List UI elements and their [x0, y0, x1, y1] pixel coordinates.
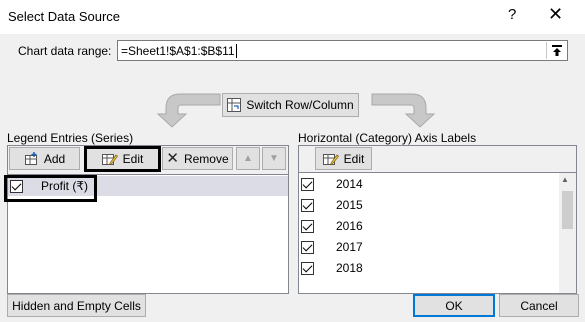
axis-item-checkbox[interactable] [301, 198, 314, 212]
remove-x-icon: ✕ [166, 150, 179, 167]
legend-entries-heading: Legend Entries (Series) [7, 131, 134, 145]
axis-item[interactable]: 2015 [301, 198, 363, 212]
axis-labels-heading: Horizontal (Category) Axis Labels [298, 131, 477, 145]
move-down-button[interactable]: ▼ [262, 147, 286, 170]
left-curved-arrow-icon [156, 93, 221, 128]
edit-axis-labels-label: Edit [343, 151, 365, 166]
axis-item-checkbox[interactable] [301, 240, 314, 254]
axis-labels-scrollbar[interactable]: ▲ [559, 173, 576, 293]
cancel-label: Cancel [520, 298, 558, 313]
scrollbar-thumb[interactable] [562, 191, 573, 229]
close-button[interactable]: ✕ [548, 4, 563, 25]
add-series-label: Add [43, 151, 66, 166]
edit-series-button[interactable]: Edit [84, 146, 161, 172]
axis-item-checkbox[interactable] [301, 261, 314, 275]
axis-item-label: 2018 [336, 261, 363, 275]
legend-entry-checkbox[interactable] [10, 179, 23, 193]
switch-row-column-button[interactable]: Switch Row/Column [222, 93, 359, 117]
right-curved-arrow-icon [371, 93, 436, 128]
dialog-title: Select Data Source [8, 9, 121, 24]
axis-item[interactable]: 2014 [301, 177, 363, 191]
add-table-icon [24, 151, 37, 165]
ok-button[interactable]: OK [413, 294, 495, 317]
remove-series-button[interactable]: ✕ Remove [162, 147, 233, 170]
axis-item-label: 2017 [336, 240, 363, 254]
cancel-button[interactable]: Cancel [499, 294, 579, 317]
edit-axis-icon [322, 153, 339, 165]
chart-data-range-value: =Sheet1!$A$1:$B$11 [121, 44, 235, 58]
edit-table-icon [101, 154, 118, 166]
ok-label: OK [445, 298, 463, 313]
edit-series-label: Edit [122, 152, 144, 166]
scroll-up-arrow-icon[interactable]: ▲ [561, 175, 569, 184]
edit-axis-labels-button[interactable]: Edit [315, 147, 372, 170]
legend-entry-label: Profit (₹) [41, 179, 88, 193]
collapse-arrow-icon [551, 45, 562, 56]
collapse-dialog-button[interactable] [546, 42, 566, 59]
move-up-button[interactable]: ▲ [236, 147, 260, 170]
axis-item[interactable]: 2017 [301, 240, 363, 254]
axis-item-checkbox[interactable] [301, 177, 314, 191]
hidden-empty-cells-button[interactable]: Hidden and Empty Cells [7, 294, 146, 317]
axis-item[interactable]: 2016 [301, 219, 363, 233]
axis-item-checkbox[interactable] [301, 219, 314, 233]
axis-item-label: 2015 [336, 198, 363, 212]
chart-data-range-input[interactable]: =Sheet1!$A$1:$B$11 [117, 40, 568, 61]
chart-data-range-label: Chart data range: [18, 44, 112, 58]
help-button[interactable]: ? [508, 6, 516, 23]
add-series-button[interactable]: Add [9, 147, 80, 170]
axis-item-label: 2014 [336, 177, 363, 191]
legend-entry[interactable]: Profit (₹) [10, 179, 88, 193]
switch-row-column-label: Switch Row/Column [246, 98, 354, 112]
move-up-icon: ▲ [243, 153, 253, 164]
axis-item[interactable]: 2018 [301, 261, 363, 275]
axis-item-label: 2016 [336, 219, 363, 233]
remove-series-label: Remove [183, 151, 229, 166]
move-down-icon: ▼ [269, 153, 279, 164]
switch-row-column-icon [227, 98, 242, 112]
hidden-empty-cells-label: Hidden and Empty Cells [12, 298, 141, 313]
